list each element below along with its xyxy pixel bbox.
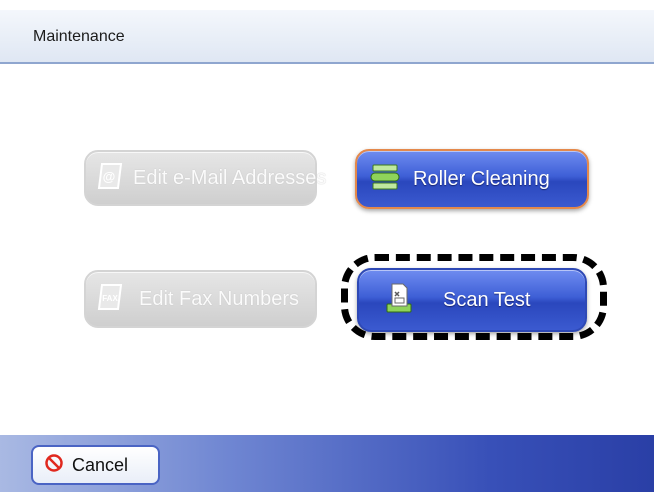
page-title: Maintenance: [33, 28, 125, 45]
svg-text:FAX: FAX: [102, 294, 118, 303]
scan-test-button[interactable]: Scan Test: [357, 268, 587, 332]
cropped-title-fragment: [130, 0, 350, 4]
cancel-button[interactable]: Cancel: [31, 445, 160, 485]
edit-email-addresses-label: Edit e-Mail Addresses: [133, 166, 327, 189]
roller-cleaning-button[interactable]: Roller Cleaning: [355, 149, 589, 209]
roller-cleaning-label: Roller Cleaning: [413, 167, 550, 190]
fax-book-icon: FAX: [95, 282, 125, 317]
scan-test-label: Scan Test: [443, 288, 531, 311]
prohibited-icon: [44, 453, 64, 478]
svg-text:@: @: [103, 169, 116, 184]
scan-document-icon: [385, 282, 413, 319]
edit-fax-numbers-label: Edit Fax Numbers: [139, 287, 300, 310]
edit-fax-numbers-button[interactable]: FAX Edit Fax Numbers: [84, 270, 317, 328]
cancel-label: Cancel: [72, 454, 129, 475]
edit-email-addresses-button[interactable]: @ Edit e-Mail Addresses: [84, 150, 326, 206]
roller-icon: [369, 163, 401, 196]
header-bar: Maintenance: [0, 10, 654, 64]
email-book-icon: @: [95, 161, 125, 196]
